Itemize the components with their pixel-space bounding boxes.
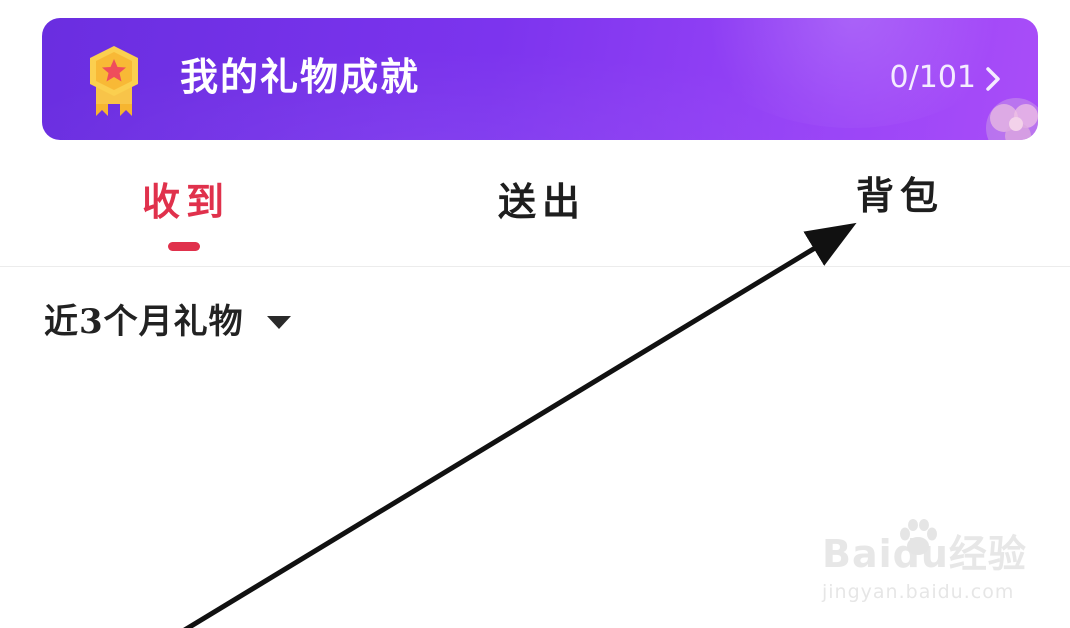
paw-icon [900,519,937,555]
medal-star-icon [90,46,138,116]
active-tab-indicator [168,242,200,251]
caret-down-icon [266,316,291,329]
tab-received[interactable]: 收到 [142,172,230,232]
time-range-filter[interactable]: 近3个月礼物 [44,296,292,348]
banner-title: 我的礼物成就 [180,54,421,99]
flower-decoration [986,98,1038,140]
gift-tabs: 收到 送出 背包 [0,160,1070,267]
watermark-url: jingyan.baidu.com [822,581,1015,603]
gift-achievement-banner[interactable]: 我的礼物成就 0/101 [42,18,1038,140]
baidu-jingyan-watermark: Baidu经验 jingyan.baidu.com [822,518,1052,608]
filter-label: 近3个月礼物 [44,302,244,342]
tab-backpack[interactable]: 背包 [856,166,944,226]
achievement-progress: 0/101 [889,60,976,95]
tab-sent[interactable]: 送出 [498,172,586,232]
